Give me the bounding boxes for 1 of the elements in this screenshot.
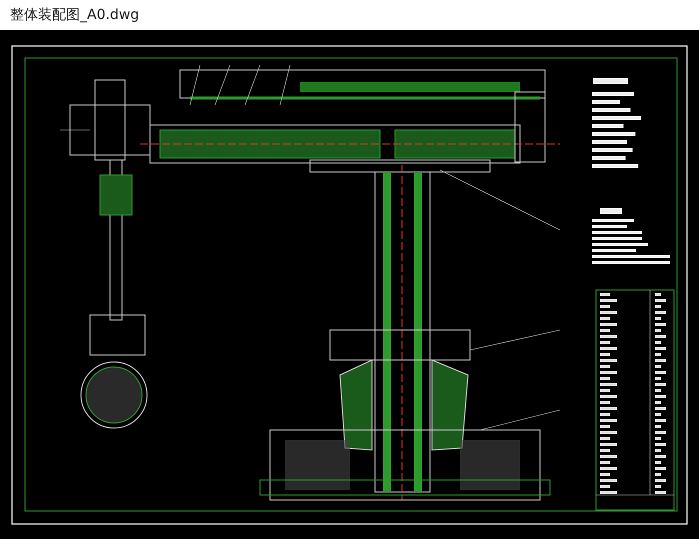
window-title: 整体装配图_A0.dwg — [10, 6, 140, 24]
